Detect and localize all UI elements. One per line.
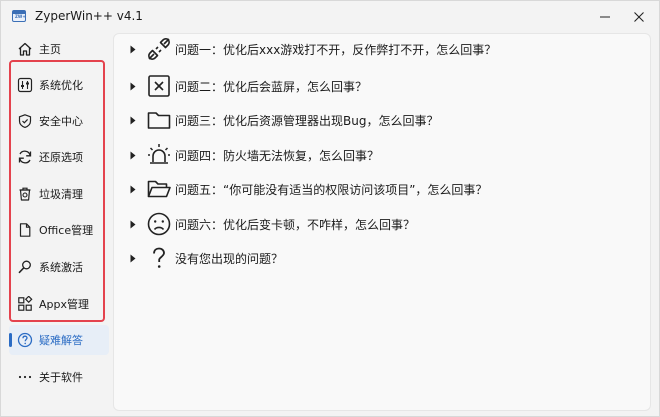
home-icon [17, 41, 33, 57]
faq-item-label: 问题三：优化后资源管理器出现Bug，怎么回事？ [175, 113, 439, 128]
sidebar-item-appx[interactable]: Appx管理 [9, 289, 109, 319]
help-circle-icon [17, 332, 33, 348]
sad-face-icon [146, 211, 172, 237]
faq-item-label: 问题一：优化后xxx游戏打不开，反作弊打不开，怎么回事？ [175, 42, 497, 57]
faq-item-5[interactable]: 问题五：“你可能没有适当的权限访问该项目”，怎么回事？ [129, 174, 487, 204]
faq-item-7[interactable]: 没有您出现的问题？ [129, 243, 283, 273]
sidebar-item-troubleshoot[interactable]: 疑难解答 [9, 325, 109, 355]
sidebar-item-security[interactable]: 安全中心 [9, 106, 109, 136]
refresh-icon [17, 149, 33, 165]
faq-item-1[interactable]: 问题一：优化后xxx游戏打不开，反作弊打不开，怎么回事？ [129, 34, 496, 64]
sidebar-item-home[interactable]: 主页 [9, 34, 109, 64]
faq-item-2[interactable]: 问题二：优化后会蓝屏，怎么回事？ [129, 71, 367, 101]
sidebar-item-restore[interactable]: 还原选项 [9, 142, 109, 172]
expand-caret-icon [129, 81, 137, 91]
sidebar-item-system-optimize[interactable]: 系统优化 [9, 70, 109, 100]
app-window: ZW+ ZyperWin++ v4.1 主页 系统优化 安全中心 还原选项 垃圾… [0, 0, 660, 417]
faq-item-label: 没有您出现的问题？ [175, 251, 284, 266]
sidebar-item-about[interactable]: 关于软件 [9, 362, 109, 392]
expand-caret-icon [129, 184, 137, 194]
expand-caret-icon [129, 219, 137, 229]
faq-item-4[interactable]: 问题四：防火墙无法恢复，怎么回事？ [129, 140, 379, 170]
key-icon [17, 259, 33, 275]
window-title: ZyperWin++ v4.1 [35, 9, 143, 23]
app-logo-icon: ZW+ [12, 10, 26, 22]
sidebar-item-label: 系统优化 [39, 79, 83, 92]
sidebar-item-label: Appx管理 [39, 298, 89, 311]
expand-caret-icon [129, 115, 137, 125]
sidebar-item-label: 垃圾清理 [39, 188, 83, 201]
document-icon [17, 222, 33, 238]
sidebar-item-label: 关于软件 [39, 371, 83, 384]
sidebar-item-label: 疑难解答 [39, 334, 83, 347]
close-box-icon [146, 73, 172, 99]
folder-icon [146, 107, 172, 133]
title-bar[interactable]: ZW+ ZyperWin++ v4.1 [1, 1, 659, 33]
trash-icon [17, 186, 33, 202]
more-icon [17, 369, 33, 385]
faq-item-6[interactable]: 问题六：优化后变卡顿，不咋样，怎么回事？ [129, 209, 415, 239]
minimize-button[interactable] [590, 5, 620, 29]
apps-grid-icon [17, 296, 33, 312]
sidebar-item-label: 系统激活 [39, 261, 83, 274]
sidebar-item-label: 安全中心 [39, 115, 83, 128]
faq-item-label: 问题五：“你可能没有适当的权限访问该项目”，怎么回事？ [175, 182, 488, 197]
faq-item-3[interactable]: 问题三：优化后资源管理器出现Bug，怎么回事？ [129, 105, 438, 135]
alarm-light-icon [146, 142, 172, 168]
sidebar-item-cleanup[interactable]: 垃圾清理 [9, 179, 109, 209]
sidebar-item-label: 还原选项 [39, 151, 83, 164]
faq-item-label: 问题二：优化后会蓝屏，怎么回事？ [175, 79, 368, 94]
unplugged-icon [146, 36, 172, 62]
sidebar-item-label: Office管理 [39, 224, 94, 237]
question-mark-icon [146, 245, 172, 271]
minimize-icon [600, 16, 610, 18]
close-icon [634, 12, 644, 22]
expand-caret-icon [129, 253, 137, 263]
app-logo-text: ZW+ [15, 14, 26, 19]
folder-open-icon [146, 176, 172, 202]
sidebar-item-label: 主页 [39, 43, 61, 56]
expand-caret-icon [129, 44, 137, 54]
sliders-icon [17, 77, 33, 93]
expand-caret-icon [129, 150, 137, 160]
sidebar-item-office[interactable]: Office管理 [9, 215, 109, 245]
sidebar-item-activation[interactable]: 系统激活 [9, 252, 109, 282]
shield-icon [17, 113, 33, 129]
faq-item-label: 问题六：优化后变卡顿，不咋样，怎么回事？ [175, 217, 416, 232]
close-button[interactable] [624, 5, 654, 29]
faq-item-label: 问题四：防火墙无法恢复，怎么回事？ [175, 148, 380, 163]
